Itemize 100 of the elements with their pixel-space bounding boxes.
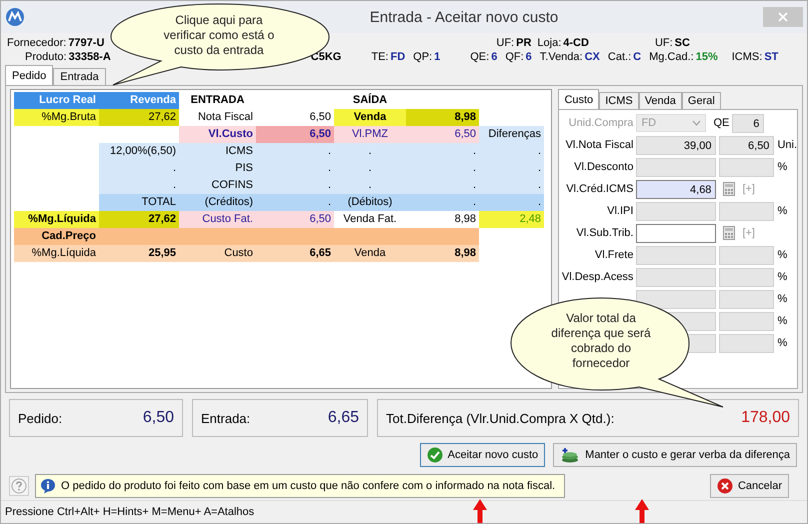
field-value: 7797-U: [68, 37, 104, 49]
grid-cell: PIS: [179, 160, 256, 177]
grid-cell: Custo: [179, 245, 256, 262]
unit-label: %: [777, 315, 788, 327]
tab[interactable]: ICMS: [599, 92, 639, 109]
field-label: TE:: [371, 51, 388, 63]
grid-cell: .: [334, 160, 406, 177]
close-button[interactable]: [763, 7, 803, 27]
grid-cell: .: [479, 194, 544, 211]
tab[interactable]: Venda: [638, 92, 682, 109]
grid-cell: COFINS: [179, 177, 256, 194]
grid-cell: Venda: [334, 109, 406, 126]
unit-label: %: [777, 205, 788, 217]
total-value: 6,50: [142, 409, 174, 427]
arrow-icon: [473, 499, 487, 523]
grid-cell: Diferenças: [479, 126, 544, 143]
keep-cost-button[interactable]: Manter o custo e gerar verba da diferença: [553, 443, 797, 467]
field-label: Vl.Desp.Acess: [562, 271, 634, 283]
grid-cell: Venda: [334, 245, 406, 262]
unit-label: %: [777, 271, 788, 283]
tab[interactable]: Entrada: [53, 68, 106, 85]
field-value: 1: [434, 51, 440, 63]
grid-cell: TOTAL: [99, 194, 179, 211]
field-label: QF:: [505, 51, 524, 63]
grid-cell: .: [406, 177, 479, 194]
grid-cell: Custo Fat.: [179, 211, 256, 228]
cancel-icon: [716, 478, 733, 494]
grid-cell: .: [479, 160, 544, 177]
field-label: Unid.Compra: [568, 117, 634, 129]
field-label: Mg.Cad.:: [649, 51, 694, 63]
grid-cell: .: [406, 194, 479, 211]
grid-cell: .: [256, 160, 334, 177]
grid-cell: 25,95: [99, 245, 179, 262]
help-button[interactable]: [9, 476, 29, 496]
grid-cell: 8,98: [406, 109, 479, 126]
grid-cell: 6,50: [406, 126, 479, 143]
app-logo-icon: [5, 7, 25, 27]
grid-cell: Vl.PMZ: [334, 126, 406, 143]
grid-cell: 2,48: [479, 211, 544, 228]
chevron-down-icon: [692, 120, 702, 126]
window-title: Entrada - Aceitar novo custo: [368, 8, 560, 26]
grid-cell: 8,98: [406, 245, 479, 262]
field-value: FD: [390, 51, 406, 63]
calculator-icon[interactable]: [723, 182, 736, 196]
field-label: QE: [713, 117, 730, 129]
grid-cell: 27,62: [99, 211, 179, 228]
field-label: Produto:: [25, 51, 67, 63]
grid-cell: .: [479, 177, 544, 194]
total-value: 6,65: [328, 409, 359, 427]
grid-cell: 27,62: [99, 109, 179, 126]
field-value: C: [633, 51, 642, 63]
unit-label: Uni.: [777, 139, 797, 151]
input-field[interactable]: 4,68: [636, 180, 716, 198]
check-icon: [426, 447, 443, 463]
field-value: 4-CD: [563, 37, 589, 49]
field-value: CX: [584, 51, 600, 63]
field-value: ST: [764, 51, 778, 63]
field-label: Vl.Sub.Trib.: [576, 227, 634, 239]
field-value: 15%: [696, 51, 718, 63]
tab[interactable]: Custo: [558, 89, 600, 109]
tab[interactable]: Pedido: [5, 65, 54, 85]
grid-cell: Cad.Preço: [14, 228, 99, 245]
message-text: O pedido do produto foi feito com base em um custo que não confere com o informado na nota fiscal.: [61, 480, 556, 492]
grid-cell: ICMS: [179, 143, 256, 160]
arrow-icon: [635, 499, 649, 523]
tab[interactable]: Geral: [682, 92, 721, 109]
coins-icon: [560, 447, 580, 463]
grid-cell: .: [99, 177, 179, 194]
grid-cell: .: [256, 194, 334, 211]
info-icon: [40, 478, 56, 494]
grid-cell: (Débitos): [334, 194, 406, 211]
grid-cell: .: [334, 143, 406, 160]
field-label: Vl.IPI: [607, 205, 634, 217]
field-label: UF:: [496, 37, 514, 49]
field-label: Loja:: [537, 37, 562, 49]
grid-cell: Revenda: [99, 92, 179, 109]
close-icon: [778, 12, 788, 22]
grid-cell: Vl.Custo: [179, 126, 256, 143]
calculator-icon[interactable]: [723, 226, 736, 240]
field-label: QE:: [470, 51, 490, 63]
grid-cell: .: [99, 160, 179, 177]
field-value: 33358-A: [68, 51, 111, 63]
field-label: UF:: [654, 37, 673, 49]
total-label: Tot.Diferença (Vlr.Unid.Compra X Qtd.):: [386, 410, 614, 426]
grid-cell: 12,00%(6,50): [99, 143, 179, 160]
field-label: Vl.Créd.ICMS: [566, 183, 634, 195]
grid-cell: %Mg.Líquida: [14, 245, 99, 262]
grid-cell: (Créditos): [179, 194, 256, 211]
accept-button[interactable]: Aceitar novo custo: [420, 443, 546, 467]
field-label: Vl.Frete: [594, 249, 634, 261]
input-field[interactable]: [636, 224, 716, 242]
field-label: Cat.:: [608, 51, 632, 63]
unit-label: %: [777, 293, 788, 305]
grid-cell: %Mg.Líquida: [14, 211, 99, 228]
grid-cell: Lucro Real: [14, 92, 99, 109]
grid-cell: .: [334, 177, 406, 194]
field-label: QP:: [413, 51, 432, 63]
grid-cell: .: [479, 143, 544, 160]
grid-cell: 6,65: [256, 245, 334, 262]
cancel-button[interactable]: Cancelar: [710, 474, 789, 498]
